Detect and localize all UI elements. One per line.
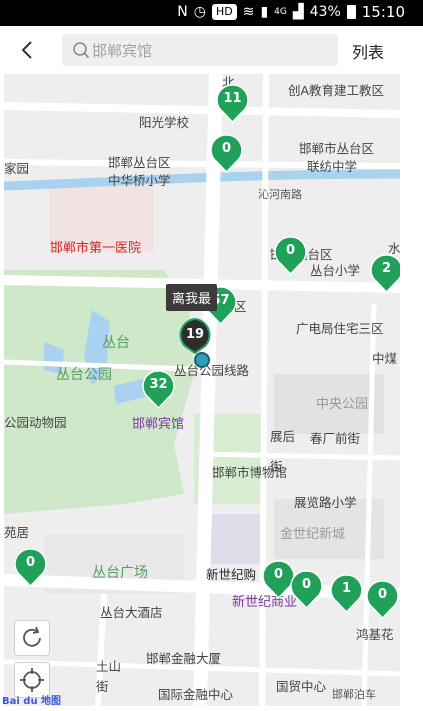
- map-label: 邯郸市丛台区: [299, 141, 375, 156]
- map-label: 创A教育建工教区: [288, 83, 385, 98]
- list-button[interactable]: 列表: [352, 39, 384, 63]
- baidu-map-logo: Bai du 地图: [2, 696, 62, 707]
- marker-count: 0: [221, 141, 232, 156]
- map-label: 丛台公园: [56, 367, 112, 383]
- refresh-button[interactable]: [14, 620, 50, 656]
- marker-count: 32: [149, 377, 168, 392]
- map-label: 公园动物园: [4, 415, 67, 430]
- marker-count: 0: [301, 577, 312, 592]
- search-icon: [73, 42, 90, 59]
- sim-icon: ▮: [260, 4, 269, 20]
- map-label: 邯郸宾馆: [132, 417, 185, 432]
- map-label: 邯郸市第一医院: [50, 241, 142, 256]
- map-label: 春厂前街: [310, 431, 361, 446]
- parking-marker[interactable]: 1: [330, 574, 363, 614]
- map-label: 中央公园: [316, 397, 369, 412]
- watermark: 邯郸泊车: [332, 688, 376, 701]
- map-label: 广电局住宅三区: [296, 321, 384, 336]
- wifi-icon: ≋: [242, 4, 255, 20]
- marker-count: 0: [285, 243, 296, 258]
- map-label: 新世纪购: [206, 567, 257, 582]
- parking-marker[interactable]: 0: [274, 236, 307, 276]
- search-placeholder: 邯郸宾馆: [92, 42, 153, 60]
- road-label: 沁河南路: [258, 188, 302, 201]
- battery-icon: [346, 5, 356, 19]
- nfc-icon: N: [177, 4, 188, 20]
- map-label: 展览路小学: [294, 495, 357, 510]
- parking-marker[interactable]: 0: [210, 134, 243, 174]
- map-label: 丛台小学: [310, 263, 361, 278]
- map-label: 鸿基花: [356, 627, 394, 642]
- map-label: 阳光学校: [139, 115, 190, 130]
- hd-icon: HD: [211, 4, 237, 20]
- battery-percent: 43%: [309, 4, 341, 20]
- nearest-tooltip: 离我最: [166, 284, 218, 311]
- map-label: 丛台: [102, 335, 130, 351]
- search-input[interactable]: 邯郸宾馆: [62, 34, 338, 66]
- map-view[interactable]: 创A教育建工教区 阳光学校 家园 邯郸丛台区 中华桥小学 邯郸市丛台区 联纺中学…: [4, 74, 400, 706]
- header: 邯郸宾馆 列表: [0, 26, 423, 74]
- map-label: 邯郸金融大厦: [146, 651, 222, 666]
- marker-count: 0: [377, 587, 388, 602]
- map-label: 联纺中学: [307, 159, 358, 174]
- parking-marker[interactable]: 0: [14, 548, 47, 588]
- map-label: 丛台公园线路: [174, 363, 250, 378]
- map-label: 邯郸市博物馆: [212, 465, 288, 480]
- location-count: 19: [185, 327, 205, 342]
- marker-count: 11: [223, 91, 242, 106]
- map-label: 苑居: [4, 525, 30, 540]
- map-label: 家园: [4, 161, 30, 176]
- status-icons: N ◷ HD ≋ ▮ 4G ▟ 43% 15:10: [177, 3, 405, 21]
- map-label: 土山: [96, 659, 122, 674]
- back-button[interactable]: [14, 36, 42, 64]
- parking-marker[interactable]: 0: [366, 580, 399, 620]
- parking-marker[interactable]: 32: [142, 370, 175, 410]
- clock: 15:10: [361, 3, 405, 21]
- map-label: 邯郸丛台区: [108, 155, 171, 170]
- parking-marker[interactable]: 2: [370, 254, 400, 294]
- map-label: 金世纪新城: [280, 527, 346, 542]
- map-label: 国贸中心: [276, 679, 327, 694]
- chevron-left-icon: [21, 41, 32, 59]
- refresh-icon: [23, 626, 41, 647]
- current-location-marker[interactable]: 19: [178, 318, 212, 354]
- marker-count: 1: [341, 581, 352, 596]
- parking-marker[interactable]: 0: [290, 570, 323, 610]
- alarm-icon: ◷: [193, 4, 206, 20]
- user-location-dot: [194, 352, 210, 368]
- parking-marker[interactable]: 11: [216, 84, 249, 124]
- map-label: 中华桥小学: [108, 173, 171, 188]
- map-label: 街: [96, 679, 109, 694]
- signal-icon: ▟: [292, 4, 304, 20]
- map-label: 丛台广场: [92, 565, 148, 581]
- marker-count: 0: [25, 555, 36, 570]
- status-bar: N ◷ HD ≋ ▮ 4G ▟ 43% 15:10: [0, 0, 423, 26]
- map-label: 国际金融中心: [158, 687, 234, 702]
- map-label: 展后: [270, 429, 296, 444]
- map-label: 中煤: [372, 351, 398, 366]
- map-label: 丛台大酒店: [100, 605, 163, 620]
- marker-count: 2: [381, 261, 392, 276]
- network-label: 4G: [274, 7, 287, 17]
